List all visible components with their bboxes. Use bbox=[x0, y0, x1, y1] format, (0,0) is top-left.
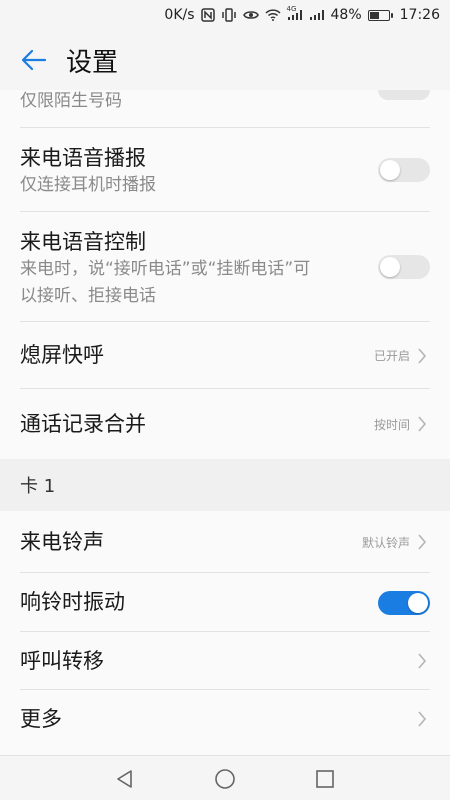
toggle-knob bbox=[380, 257, 400, 277]
settings-row-merge-log[interactable]: 通话记录合并 按时间 bbox=[0, 389, 450, 459]
row-value: 默认铃声 bbox=[361, 535, 410, 550]
row-subtitle: 仅限陌生号码 bbox=[20, 91, 122, 111]
chevron-right-icon bbox=[418, 416, 427, 432]
nav-back-button[interactable] bbox=[112, 766, 138, 792]
voice-broadcast-toggle[interactable] bbox=[378, 158, 430, 182]
chevron-right-icon bbox=[418, 347, 427, 364]
wifi-icon bbox=[264, 9, 281, 21]
signal-icon bbox=[309, 9, 325, 21]
row-value: 按时间 bbox=[373, 417, 410, 432]
network-type-label: 4G bbox=[286, 5, 297, 13]
vibrate-icon bbox=[221, 8, 237, 22]
settings-row-partial[interactable]: 仅限陌生号码 bbox=[0, 90, 450, 128]
settings-row-call-forwarding[interactable]: 呼叫转移 bbox=[0, 632, 450, 690]
section-header-card1: 卡 1 bbox=[0, 459, 450, 511]
eye-icon bbox=[242, 9, 259, 21]
chevron-right-icon bbox=[418, 711, 427, 727]
battery-icon bbox=[367, 9, 393, 21]
row-title: 通话记录合并 bbox=[20, 412, 146, 436]
row-title: 更多 bbox=[20, 707, 62, 731]
status-bar: 0K/s 4G 48% 17:26 bbox=[0, 0, 450, 30]
row-subtitle: 来电时，说“接听电话”或“挂断电话”可以接听、拒接电话 bbox=[20, 259, 311, 306]
app-header: 设置 bbox=[0, 30, 450, 90]
row-title: 来电语音播报 bbox=[20, 146, 146, 170]
row-title: 响铃时振动 bbox=[20, 590, 125, 614]
settings-list[interactable]: 仅限陌生号码 来电语音播报 仅连接耳机时播报 来电语音控制 来电时，说“接听电话… bbox=[0, 90, 450, 755]
row-subtitle: 仅连接耳机时播报 bbox=[20, 175, 156, 195]
settings-row-voice-control[interactable]: 来电语音控制 来电时，说“接听电话”或“挂断电话”可以接听、拒接电话 bbox=[0, 212, 450, 322]
signal-4g-icon: 4G bbox=[287, 5, 303, 21]
square-recents-icon bbox=[316, 770, 334, 788]
chevron-right-icon bbox=[418, 653, 427, 669]
nfc-icon bbox=[200, 8, 215, 22]
vibrate-toggle[interactable] bbox=[378, 590, 430, 615]
network-speed: 0K/s bbox=[164, 7, 195, 23]
row-title: 熄屏快呼 bbox=[20, 343, 104, 367]
battery-percent: 48% bbox=[330, 7, 362, 23]
circle-home-icon bbox=[215, 769, 235, 789]
chevron-right-icon bbox=[418, 534, 427, 550]
row-title: 来电语音控制 bbox=[20, 230, 146, 254]
back-button[interactable] bbox=[6, 30, 62, 90]
row-title: 呼叫转移 bbox=[20, 649, 104, 673]
nav-recents-button[interactable] bbox=[312, 766, 338, 792]
nav-home-button[interactable] bbox=[212, 766, 238, 792]
row-value: 已开启 bbox=[373, 349, 410, 363]
triangle-back-icon bbox=[117, 770, 132, 788]
settings-row-voice-broadcast[interactable]: 来电语音播报 仅连接耳机时播报 bbox=[0, 128, 450, 212]
settings-row-ringtone[interactable]: 来电铃声 默认铃声 bbox=[0, 511, 450, 573]
toggle-knob bbox=[408, 592, 428, 613]
settings-row-vibrate[interactable]: 响铃时振动 bbox=[0, 573, 450, 632]
clock: 17:26 bbox=[399, 7, 440, 23]
toggle-knob bbox=[380, 160, 400, 180]
back-arrow-icon bbox=[21, 49, 47, 71]
navigation-bar bbox=[0, 755, 450, 800]
partial-toggle[interactable] bbox=[378, 90, 430, 100]
settings-row-quick-call[interactable]: 熄屏快呼 已开启 bbox=[0, 322, 450, 389]
settings-row-more[interactable]: 更多 bbox=[0, 690, 450, 748]
page-title: 设置 bbox=[66, 47, 119, 78]
voice-control-toggle[interactable] bbox=[378, 255, 430, 279]
